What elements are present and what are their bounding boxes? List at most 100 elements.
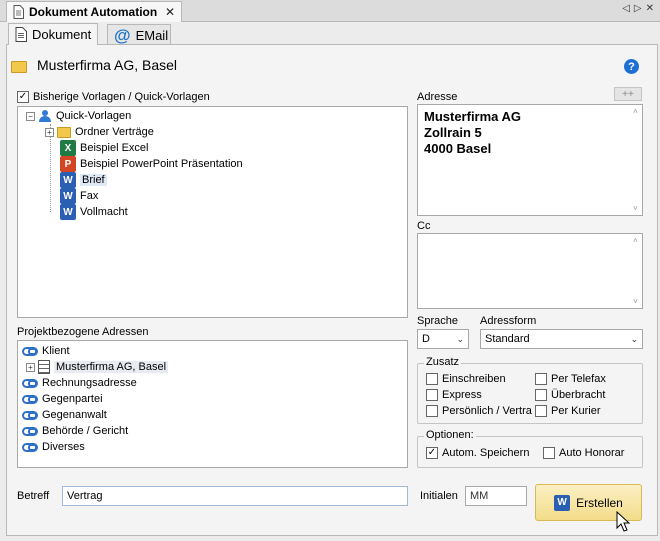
autom-speichern-checkbox[interactable]: ✓ — [426, 447, 438, 459]
tree-item-label: Vollmacht — [80, 206, 128, 218]
initialen-label: Initialen — [420, 490, 458, 502]
betreff-input[interactable]: Vertrag — [62, 486, 408, 506]
per-telefax-checkbox[interactable] — [535, 373, 547, 385]
betreff-label: Betreff — [17, 490, 50, 502]
expand-icon[interactable]: + — [45, 127, 54, 137]
tree-item-fax[interactable]: W Fax — [60, 188, 98, 204]
persoenlich-checkbox[interactable] — [426, 405, 438, 417]
option-per-kurier[interactable]: Per Kurier — [535, 405, 601, 417]
tree-item-label: Brief — [80, 174, 107, 186]
list-item-klient[interactable]: Klient — [22, 343, 70, 359]
list-item-label: Klient — [42, 345, 70, 357]
tab-email[interactable]: @ EMail — [107, 24, 171, 45]
einschreiben-checkbox[interactable] — [426, 373, 438, 385]
close-icon[interactable]: ✕ — [165, 5, 175, 19]
address-line: 4000 Basel — [424, 141, 492, 156]
list-item-musterfirma[interactable]: + Musterfirma AG, Basel — [26, 359, 169, 375]
address-textbox[interactable]: Musterfirma AG Zollrain 5 4000 Basel ˄ ˅ — [417, 104, 643, 216]
address-scrollbar[interactable]: ˄ ˅ — [629, 105, 642, 215]
create-button-label: Erstellen — [576, 495, 623, 510]
tree-item-label: Fax — [80, 190, 99, 202]
option-label: Persönlich / Vertra — [442, 405, 532, 417]
cc-scrollbar[interactable]: ˄ ˅ — [629, 234, 642, 308]
templates-checkbox-row[interactable]: ✓ Bisherige Vorlagen / Quick-Vorlagen — [17, 91, 210, 103]
scroll-down-icon[interactable]: ˅ — [633, 297, 638, 306]
language-select[interactable]: D ⌄ — [417, 329, 469, 349]
list-item-rechnungsadresse[interactable]: Rechnungsadresse — [22, 375, 137, 391]
option-ueberbracht[interactable]: Überbracht — [535, 389, 605, 401]
link-icon — [22, 394, 38, 404]
option-autom-speichern[interactable]: ✓ Autom. Speichern — [426, 447, 529, 459]
scroll-up-icon[interactable]: ˄ — [633, 107, 638, 116]
address-line: Musterfirma AG — [424, 109, 522, 124]
list-item-label: Gegenpartei — [42, 393, 103, 405]
at-icon: @ — [114, 25, 131, 45]
folder-icon — [57, 126, 71, 138]
cc-textbox[interactable]: ˄ ˅ — [417, 233, 643, 309]
list-item-gegenpartei[interactable]: Gegenpartei — [22, 391, 103, 407]
building-icon — [38, 360, 50, 374]
list-item-behoerde-gericht[interactable]: Behörde / Gericht — [22, 423, 128, 439]
option-per-telefax[interactable]: Per Telefax — [535, 373, 606, 385]
tree-item-beispiel-powerpoint[interactable]: P Beispiel PowerPoint Präsentation — [60, 156, 243, 172]
auto-honorar-checkbox[interactable] — [543, 447, 555, 459]
mouse-cursor-icon — [616, 511, 630, 532]
collapse-icon[interactable]: − — [26, 111, 35, 121]
folder-icon — [11, 61, 27, 73]
language-label: Sprache — [417, 315, 458, 327]
templates-checkbox-label: Bisherige Vorlagen / Quick-Vorlagen — [33, 91, 210, 103]
address-add-button[interactable]: ++ — [614, 87, 642, 101]
tree-item-label: Beispiel Excel — [80, 142, 149, 154]
list-item-gegenanwalt[interactable]: Gegenanwalt — [22, 407, 107, 423]
excel-icon: X — [60, 140, 76, 156]
document-icon — [13, 5, 24, 19]
option-express[interactable]: Express — [426, 389, 482, 401]
option-persoenlich-vertraulich[interactable]: Persönlich / Vertra — [426, 405, 532, 417]
option-auto-honorar[interactable]: Auto Honorar — [543, 447, 624, 459]
project-addresses-label: Projektbezogene Adressen — [17, 326, 149, 338]
address-label: Adresse — [417, 91, 458, 103]
option-label: Auto Honorar — [559, 447, 625, 459]
word-icon: W — [60, 172, 76, 188]
chevron-down-icon: ⌄ — [630, 333, 638, 344]
tree-item-brief[interactable]: W Brief — [60, 172, 107, 188]
tree-item-quick-vorlagen[interactable]: − Quick-Vorlagen — [26, 108, 131, 124]
link-icon — [22, 442, 38, 452]
nav-right-icon[interactable]: ▷ — [634, 3, 642, 14]
window-title: Dokument Automation — [29, 5, 158, 19]
nav-close-icon[interactable]: ✕ — [646, 3, 654, 14]
option-label: Einschreiben — [442, 373, 506, 385]
tree-item-vollmacht[interactable]: W Vollmacht — [60, 204, 128, 220]
scroll-up-icon[interactable]: ˄ — [633, 236, 638, 245]
option-label: Überbracht — [551, 389, 606, 401]
list-item-diverses[interactable]: Diverses — [22, 439, 85, 455]
tree-item-ordner-vertraege[interactable]: + Ordner Verträge — [45, 124, 154, 140]
list-item-label: Gegenanwalt — [42, 409, 107, 421]
document-window-tab[interactable]: Dokument Automation ✕ — [6, 1, 182, 22]
list-item-label: Rechnungsadresse — [42, 377, 137, 389]
nav-left-icon[interactable]: ◁ — [622, 3, 630, 14]
help-icon[interactable]: ? — [624, 59, 639, 74]
scroll-down-icon[interactable]: ˅ — [633, 204, 638, 213]
tree-item-label: Beispiel PowerPoint Präsentation — [80, 158, 243, 170]
window-nav-controls: ◁ ▷ ✕ — [622, 3, 654, 14]
per-kurier-checkbox[interactable] — [535, 405, 547, 417]
templates-checkbox[interactable]: ✓ — [17, 91, 29, 103]
link-icon — [22, 346, 38, 356]
tab-label: Dokument — [32, 27, 92, 42]
tab-dokument[interactable]: Dokument — [8, 23, 99, 45]
expand-icon[interactable]: + — [26, 362, 35, 372]
chevron-down-icon: ⌄ — [456, 333, 464, 344]
document-icon — [15, 27, 27, 42]
word-icon: W — [60, 204, 76, 220]
link-icon — [22, 410, 38, 420]
user-icon — [39, 110, 51, 122]
tree-item-beispiel-excel[interactable]: X Beispiel Excel — [60, 140, 148, 156]
address-form-select[interactable]: Standard ⌄ — [480, 329, 643, 349]
ueberbracht-checkbox[interactable] — [535, 389, 547, 401]
option-einschreiben[interactable]: Einschreiben — [426, 373, 506, 385]
client-title: Musterfirma AG, Basel — [37, 57, 178, 73]
express-checkbox[interactable] — [426, 389, 438, 401]
initialen-input[interactable]: MM — [465, 486, 527, 506]
tree-item-label: Quick-Vorlagen — [56, 110, 132, 122]
